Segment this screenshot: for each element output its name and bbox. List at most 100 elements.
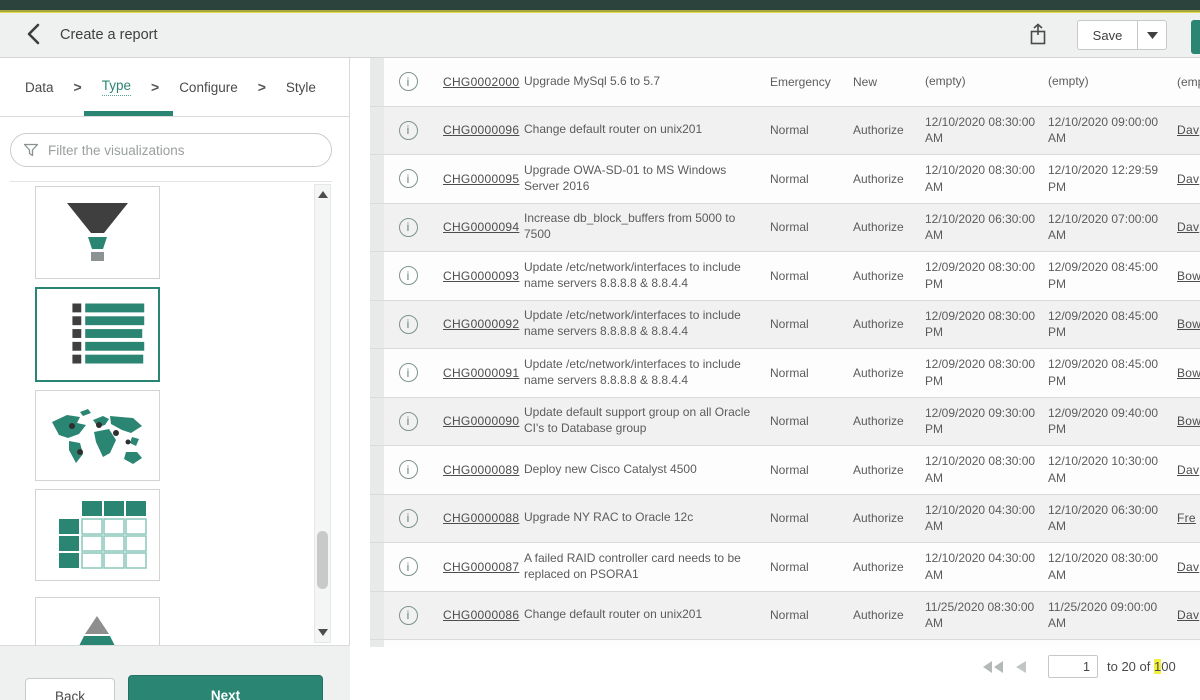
priority-value: Normal [760, 463, 838, 477]
table-row: CHG0000087A failed RAID controller card … [370, 543, 1200, 592]
change-number-link[interactable]: CHG0002000 [443, 75, 519, 89]
info-icon[interactable] [399, 460, 418, 479]
info-icon[interactable] [399, 218, 418, 237]
viz-item-funnel-chart[interactable] [35, 186, 160, 279]
start-date: 12/10/2020 04:30:00 AM [915, 502, 1040, 535]
start-date: 12/09/2020 08:30:00 PM [915, 308, 1040, 341]
end-date: 12/10/2020 07:00:00 AM [1040, 211, 1165, 244]
save-dropdown-button[interactable] [1137, 20, 1167, 50]
info-icon[interactable] [399, 557, 418, 576]
assigned-to-link[interactable]: Dav [1177, 220, 1199, 234]
table-chart-icon [36, 489, 159, 581]
info-icon[interactable] [399, 169, 418, 188]
row-gutter [370, 592, 384, 640]
table-row: CHG0000092Update /etc/network/interfaces… [370, 301, 1200, 350]
scroll-down-icon[interactable] [318, 629, 328, 636]
info-icon[interactable] [399, 606, 418, 625]
assigned-to-link[interactable]: Dav [1177, 123, 1199, 137]
next-button[interactable]: Next [128, 675, 323, 700]
change-number-link[interactable]: CHG0000094 [443, 220, 519, 234]
assigned-to-link[interactable]: Bow [1177, 317, 1200, 331]
short-description: Update /etc/network/interfaces to includ… [520, 260, 760, 292]
assigned-to-link[interactable]: Dav [1177, 560, 1199, 574]
change-number-link[interactable]: CHG0000096 [443, 123, 519, 137]
visualization-list [0, 182, 349, 645]
state-value: Authorize [838, 608, 915, 622]
table-row: CHG0000089Deploy new Cisco Catalyst 4500… [370, 446, 1200, 495]
viz-item-table-chart[interactable] [35, 489, 160, 581]
wizard-step-style[interactable]: Style [286, 80, 316, 95]
table-row-partial [370, 640, 1200, 647]
change-number-link[interactable]: CHG0000093 [443, 269, 519, 283]
end-date: 12/09/2020 09:40:00 PM [1040, 405, 1165, 438]
priority-value: Normal [760, 560, 838, 574]
assigned-to-link[interactable]: Bow [1177, 366, 1200, 380]
info-icon[interactable] [399, 315, 418, 334]
row-gutter [370, 495, 384, 543]
save-button[interactable]: Save [1077, 20, 1137, 50]
assigned-to-link[interactable]: Dav [1177, 172, 1199, 186]
info-icon[interactable] [399, 266, 418, 285]
viz-item-list-chart[interactable] [35, 287, 160, 382]
table-row: CHG0000096Change default router on unix2… [370, 107, 1200, 156]
pyramid-chart-icon [36, 612, 159, 645]
change-number-link[interactable]: CHG0000089 [443, 463, 519, 477]
share-icon[interactable] [1025, 21, 1051, 49]
end-date: 12/10/2020 10:30:00 AM [1040, 453, 1165, 486]
state-value: Authorize [838, 414, 915, 428]
first-page-button[interactable] [983, 661, 1004, 673]
viz-item-world-map-chart[interactable] [35, 390, 160, 481]
filter-funnel-icon [23, 142, 39, 158]
info-icon[interactable] [399, 509, 418, 528]
info-icon[interactable] [399, 363, 418, 382]
clipped-primary-button[interactable] [1191, 20, 1200, 54]
assigned-to-link[interactable]: Bow [1177, 414, 1200, 428]
priority-value: Normal [760, 172, 838, 186]
change-number-link[interactable]: CHG0000092 [443, 317, 519, 331]
assigned-to-link[interactable]: Dav [1177, 463, 1199, 477]
assigned-to-value: (empty) [1177, 75, 1200, 89]
change-number-link[interactable]: CHG0000086 [443, 608, 519, 622]
scroll-up-icon[interactable] [318, 191, 328, 198]
end-date: 12/10/2020 06:30:00 AM [1040, 502, 1165, 535]
change-number-link[interactable]: CHG0000088 [443, 511, 519, 525]
left-panel: Data Type Configure Style [0, 58, 350, 700]
list-chart-icon [37, 287, 158, 382]
short-description: Upgrade MySql 5.6 to 5.7 [520, 74, 760, 90]
scrollbar-thumb[interactable] [317, 531, 328, 589]
state-value: New [838, 75, 915, 89]
short-description: Deploy new Cisco Catalyst 4500 [520, 462, 760, 478]
table-row: CHG0000088Upgrade NY RAC to Oracle 12cNo… [370, 495, 1200, 544]
change-number-link[interactable]: CHG0000091 [443, 366, 519, 380]
change-number-link[interactable]: CHG0000090 [443, 414, 519, 428]
priority-value: Normal [760, 123, 838, 137]
viz-item-pyramid-chart[interactable] [35, 597, 160, 645]
previous-page-button[interactable] [1016, 661, 1026, 673]
row-gutter [370, 301, 384, 349]
assigned-to-link[interactable]: Bow [1177, 269, 1200, 283]
assigned-to-link[interactable]: Fre [1177, 511, 1196, 525]
info-icon[interactable] [399, 412, 418, 431]
wizard-step-configure[interactable]: Configure [179, 80, 238, 95]
viz-scrollbar[interactable] [314, 184, 331, 643]
start-date: 11/25/2020 08:30:00 AM [915, 599, 1040, 632]
start-date: 12/10/2020 08:30:00 AM [915, 114, 1040, 147]
change-number-link[interactable]: CHG0000087 [443, 560, 519, 574]
back-button[interactable]: Back [25, 678, 115, 700]
assigned-to-link[interactable]: Dav [1177, 608, 1199, 622]
info-icon[interactable] [399, 72, 418, 91]
start-date: 12/10/2020 06:30:00 AM [915, 211, 1040, 244]
page-title: Create a report [60, 27, 158, 43]
wizard-step-type[interactable]: Type [102, 78, 131, 96]
back-arrow-icon[interactable] [20, 21, 46, 49]
row-gutter [370, 252, 384, 300]
table-row: CHG0000086Change default router on unix2… [370, 592, 1200, 641]
wizard-step-data[interactable]: Data [25, 80, 54, 95]
info-icon[interactable] [399, 121, 418, 140]
change-number-link[interactable]: CHG0000095 [443, 172, 519, 186]
priority-value: Normal [760, 317, 838, 331]
page-number-input[interactable] [1048, 655, 1098, 678]
state-value: Authorize [838, 560, 915, 574]
filter-input[interactable] [48, 143, 319, 158]
start-date: 12/09/2020 09:30:00 PM [915, 405, 1040, 438]
